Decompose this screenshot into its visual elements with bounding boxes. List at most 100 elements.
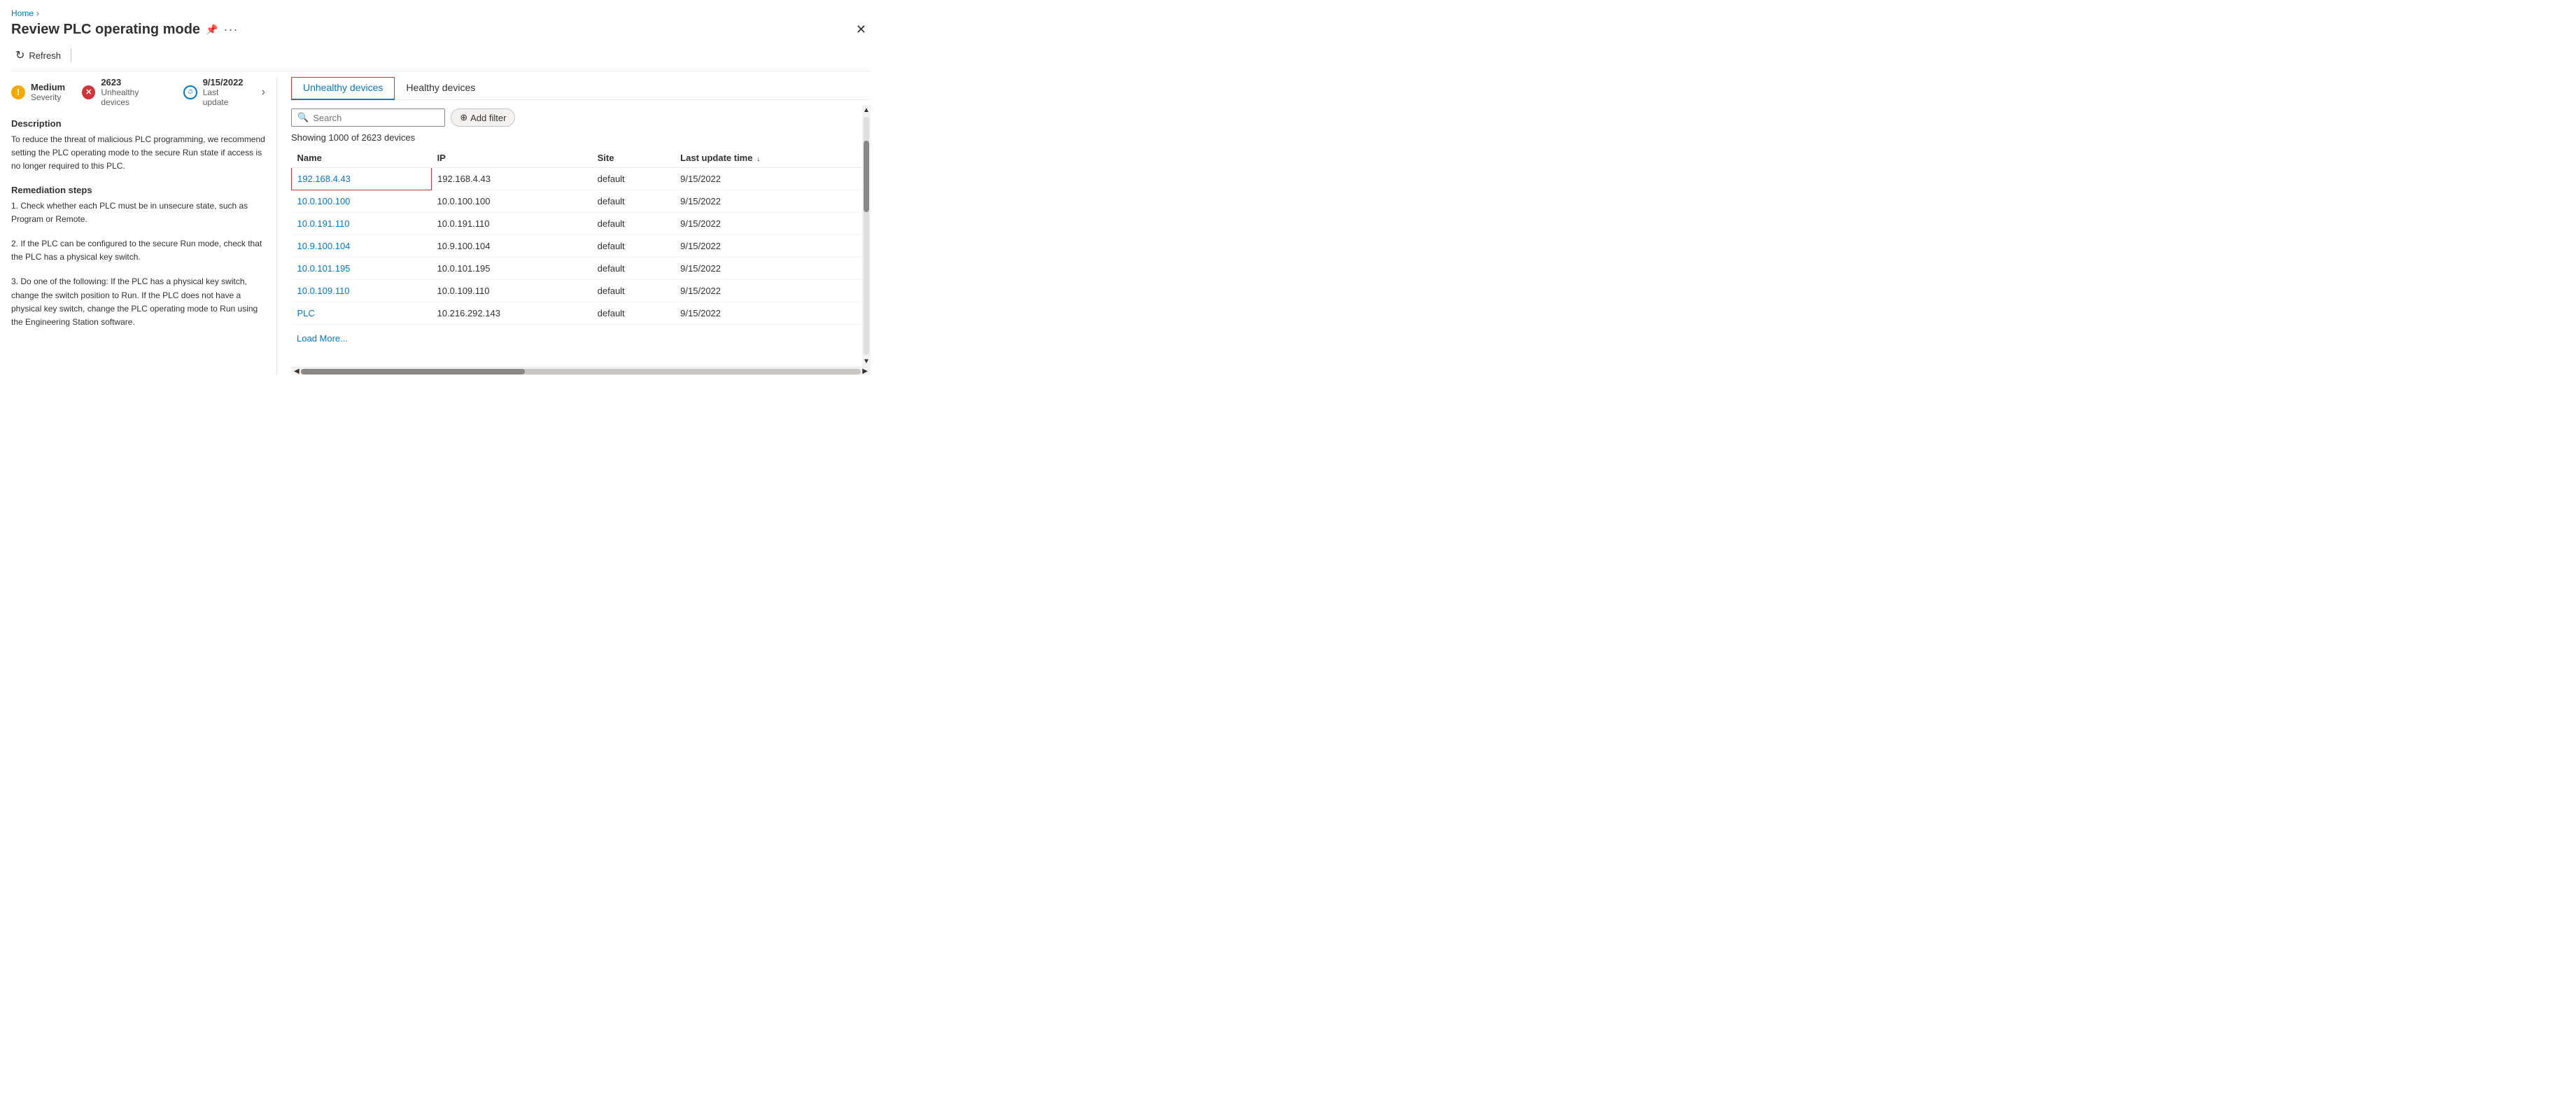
page-container: Home › Review PLC operating mode 📌 ··· ✕… bbox=[0, 0, 882, 375]
description-title: Description bbox=[11, 118, 265, 129]
clock-icon: ⏱ bbox=[183, 85, 197, 99]
pin-icon[interactable]: 📌 bbox=[206, 24, 218, 36]
col-name: Name bbox=[292, 148, 432, 168]
load-more-link[interactable]: Load More... bbox=[297, 328, 348, 349]
last-update-value: 9/15/2022 bbox=[203, 77, 245, 87]
remediation-step1: 1. Check whether each PLC must be in uns… bbox=[11, 199, 265, 226]
cell-name: 10.0.191.110 bbox=[292, 213, 432, 235]
cell-ip: 10.0.109.110 bbox=[432, 280, 592, 302]
device-name-link[interactable]: 10.0.109.110 bbox=[297, 286, 350, 296]
severity-metric: ! Medium Severity bbox=[11, 82, 65, 102]
col-ip: IP bbox=[432, 148, 592, 168]
cell-site: default bbox=[592, 258, 675, 280]
device-name-link[interactable]: 10.0.101.195 bbox=[297, 263, 351, 274]
cell-last-update: 9/15/2022 bbox=[675, 280, 871, 302]
sort-desc-icon: ↓ bbox=[756, 155, 760, 163]
device-name-link[interactable]: 10.0.191.110 bbox=[297, 218, 350, 229]
cell-last-update: 9/15/2022 bbox=[675, 168, 871, 190]
cell-name: 10.9.100.104 bbox=[292, 235, 432, 258]
devices-table: Name IP Site Last update time bbox=[291, 148, 871, 325]
last-update-label: Last update bbox=[203, 87, 245, 107]
cell-ip: 10.0.101.195 bbox=[432, 258, 592, 280]
cell-name: PLC bbox=[292, 302, 432, 325]
metrics-row: ! Medium Severity ✕ 2623 Unhealthy devic… bbox=[11, 77, 265, 107]
add-filter-label: Add filter bbox=[470, 113, 506, 123]
table-row: 10.0.109.11010.0.109.110default9/15/2022 bbox=[292, 280, 871, 302]
close-button[interactable]: ✕ bbox=[852, 21, 871, 38]
table-container[interactable]: Name IP Site Last update time bbox=[291, 148, 871, 364]
load-more-container: Load More... bbox=[291, 325, 871, 352]
v-scrollbar-thumb[interactable] bbox=[864, 141, 869, 212]
left-panel: ! Medium Severity ✕ 2623 Unhealthy devic… bbox=[11, 77, 277, 375]
refresh-label: Refresh bbox=[29, 50, 61, 61]
scroll-down-arrow[interactable]: ▼ bbox=[861, 356, 871, 367]
filter-row: 🔍 ⊕ Add filter bbox=[291, 108, 871, 127]
refresh-icon: ↻ bbox=[15, 48, 24, 62]
severity-label: Severity bbox=[31, 92, 65, 102]
cell-site: default bbox=[592, 213, 675, 235]
scroll-up-arrow[interactable]: ▲ bbox=[861, 105, 871, 115]
breadcrumb-separator: › bbox=[36, 8, 39, 18]
main-content: ! Medium Severity ✕ 2623 Unhealthy devic… bbox=[11, 77, 871, 375]
table-row: PLC10.216.292.143default9/15/2022 bbox=[292, 302, 871, 325]
scroll-right-arrow[interactable]: ▶ bbox=[861, 367, 869, 375]
device-name-link[interactable]: PLC bbox=[297, 308, 315, 318]
cell-ip: 10.216.292.143 bbox=[432, 302, 592, 325]
cell-site: default bbox=[592, 190, 675, 213]
cell-site: default bbox=[592, 235, 675, 258]
remediation-step2: 2. If the PLC can be configured to the s… bbox=[11, 237, 265, 264]
more-icon[interactable]: ··· bbox=[224, 22, 239, 37]
unhealthy-icon: ✕ bbox=[82, 85, 95, 99]
cell-ip: 10.0.191.110 bbox=[432, 213, 592, 235]
chevron-right-icon[interactable]: › bbox=[262, 86, 265, 99]
unhealthy-icon-symbol: ✕ bbox=[85, 87, 92, 97]
horizontal-scrollbar[interactable]: ◀ ▶ bbox=[291, 367, 871, 375]
device-name-link[interactable]: 10.9.100.104 bbox=[297, 241, 351, 251]
remediation-step3: 3. Do one of the following: If the PLC h… bbox=[11, 275, 265, 329]
showing-text: Showing 1000 of 2623 devices bbox=[291, 132, 871, 143]
table-row: 10.9.100.10410.9.100.104default9/15/2022 bbox=[292, 235, 871, 258]
col-last-update[interactable]: Last update time ↓ bbox=[675, 148, 871, 168]
unhealthy-value: 2623 bbox=[101, 77, 167, 87]
tabs-row: Unhealthy devices Healthy devices bbox=[291, 77, 871, 100]
search-icon: 🔍 bbox=[297, 112, 309, 123]
table-body: 192.168.4.43192.168.4.43default9/15/2022… bbox=[292, 168, 871, 325]
last-update-info: 9/15/2022 Last update bbox=[203, 77, 245, 107]
cell-name: 10.0.100.100 bbox=[292, 190, 432, 213]
cell-name: 10.0.101.195 bbox=[292, 258, 432, 280]
tab-healthy[interactable]: Healthy devices bbox=[395, 78, 486, 100]
add-filter-button[interactable]: ⊕ Add filter bbox=[451, 108, 515, 127]
cell-ip: 192.168.4.43 bbox=[432, 168, 592, 190]
page-title: Review PLC operating mode bbox=[11, 22, 200, 38]
search-box: 🔍 bbox=[291, 108, 445, 127]
cell-last-update: 9/15/2022 bbox=[675, 258, 871, 280]
device-name-link[interactable]: 192.168.4.43 bbox=[297, 174, 351, 184]
last-update-metric: ⏱ 9/15/2022 Last update bbox=[183, 77, 244, 107]
unhealthy-metric: ✕ 2623 Unhealthy devices bbox=[82, 77, 167, 107]
v-scrollbar-track[interactable] bbox=[864, 117, 869, 355]
scrollbar-track[interactable] bbox=[301, 369, 861, 374]
refresh-button[interactable]: ↻ Refresh bbox=[11, 45, 65, 65]
table-row: 10.0.191.11010.0.191.110default9/15/2022 bbox=[292, 213, 871, 235]
filter-icon: ⊕ bbox=[460, 112, 467, 123]
table-row: 10.0.100.10010.0.100.100default9/15/2022 bbox=[292, 190, 871, 213]
col-site: Site bbox=[592, 148, 675, 168]
tab-unhealthy[interactable]: Unhealthy devices bbox=[291, 77, 395, 100]
device-name-link[interactable]: 10.0.100.100 bbox=[297, 196, 351, 206]
right-panel-wrapper: Unhealthy devices Healthy devices 🔍 ⊕ Ad… bbox=[277, 77, 871, 375]
cell-name: 192.168.4.43 bbox=[292, 168, 432, 190]
description-text: To reduce the threat of malicious PLC pr… bbox=[11, 133, 265, 174]
severity-value: Medium bbox=[31, 82, 65, 92]
vertical-scrollbar[interactable]: ▲ ▼ bbox=[862, 105, 871, 367]
description-section: Description To reduce the threat of mali… bbox=[11, 118, 265, 174]
page-title-row: Review PLC operating mode 📌 ··· ✕ bbox=[11, 21, 871, 38]
remediation-section: Remediation steps 1. Check whether each … bbox=[11, 185, 265, 330]
cell-ip: 10.9.100.104 bbox=[432, 235, 592, 258]
cell-last-update: 9/15/2022 bbox=[675, 302, 871, 325]
breadcrumb: Home › bbox=[11, 8, 871, 18]
unhealthy-label: Unhealthy devices bbox=[101, 87, 167, 107]
scroll-left-arrow[interactable]: ◀ bbox=[293, 367, 301, 375]
breadcrumb-home[interactable]: Home bbox=[11, 8, 34, 18]
search-input[interactable] bbox=[313, 113, 439, 123]
scrollbar-thumb[interactable] bbox=[301, 369, 525, 374]
